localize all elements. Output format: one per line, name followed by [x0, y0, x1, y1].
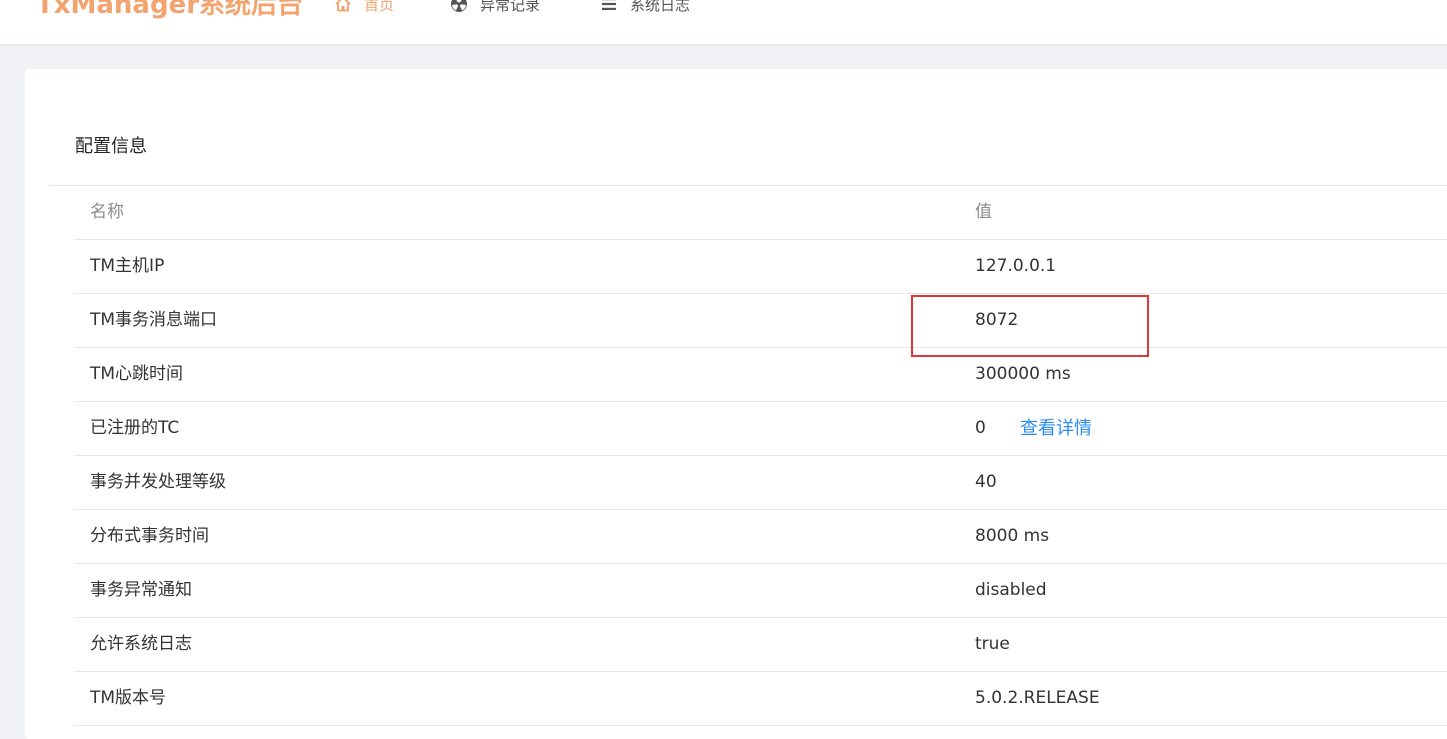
table-row: 事务并发处理等级 40	[74, 456, 1447, 510]
home-icon	[334, 0, 352, 13]
view-details-link[interactable]: 查看详情	[1020, 402, 1092, 455]
nav-exception-records-label: 异常记录	[480, 0, 540, 15]
card-title: 配置信息	[75, 135, 147, 159]
row-value: 8000 ms	[975, 510, 1049, 563]
list-icon	[600, 0, 618, 13]
row-name: 事务异常通知	[90, 564, 192, 617]
row-value: disabled	[975, 564, 1047, 617]
row-name: TM事务消息端口	[90, 294, 217, 347]
column-header-name: 名称	[90, 186, 124, 239]
row-name: 事务并发处理等级	[90, 456, 226, 509]
row-name: TM版本号	[90, 672, 166, 725]
table-header-row: 名称 值	[74, 186, 1447, 240]
row-name: TM心跳时间	[90, 348, 183, 401]
table-row: 已注册的TC 0 查看详情	[74, 402, 1447, 456]
nav-home[interactable]: 首页	[334, 0, 394, 16]
table-row: TM主机IP 127.0.0.1	[74, 240, 1447, 294]
row-value: 127.0.0.1	[975, 240, 1056, 293]
nav-system-logs-label: 系统日志	[630, 0, 690, 15]
table-row: 允许系统日志 true	[74, 618, 1447, 672]
row-value: 40	[975, 456, 997, 509]
row-value: 5.0.2.RELEASE	[975, 672, 1100, 725]
row-name: 允许系统日志	[90, 618, 192, 671]
nav-system-logs[interactable]: 系统日志	[600, 0, 690, 16]
radiation-icon	[450, 0, 468, 13]
row-name: 分布式事务时间	[90, 510, 209, 563]
row-value: 300000 ms	[975, 348, 1071, 401]
row-name: TM主机IP	[90, 240, 164, 293]
app-logo[interactable]: TxManager系统后台	[36, 0, 303, 22]
config-table: 名称 值 TM主机IP 127.0.0.1 TM事务消息端口 8072 TM心跳…	[74, 186, 1447, 726]
row-value: true	[975, 618, 1010, 671]
table-row: TM事务消息端口 8072	[74, 294, 1447, 348]
row-name: 已注册的TC	[90, 402, 179, 455]
row-value: 8072	[975, 294, 1018, 347]
nav-exception-records[interactable]: 异常记录	[450, 0, 540, 16]
table-row: TM心跳时间 300000 ms	[74, 348, 1447, 402]
top-header: TxManager系统后台 首页 异常记录	[0, 0, 1447, 44]
table-row: 事务异常通知 disabled	[74, 564, 1447, 618]
column-header-value: 值	[975, 186, 992, 239]
table-row: TM版本号 5.0.2.RELEASE	[74, 672, 1447, 726]
config-card: 配置信息 名称 值 TM主机IP 127.0.0.1 TM事务消息端口 8072…	[25, 69, 1447, 739]
nav-home-label: 首页	[364, 0, 394, 15]
row-value: 0	[975, 402, 986, 455]
table-row: 分布式事务时间 8000 ms	[74, 510, 1447, 564]
